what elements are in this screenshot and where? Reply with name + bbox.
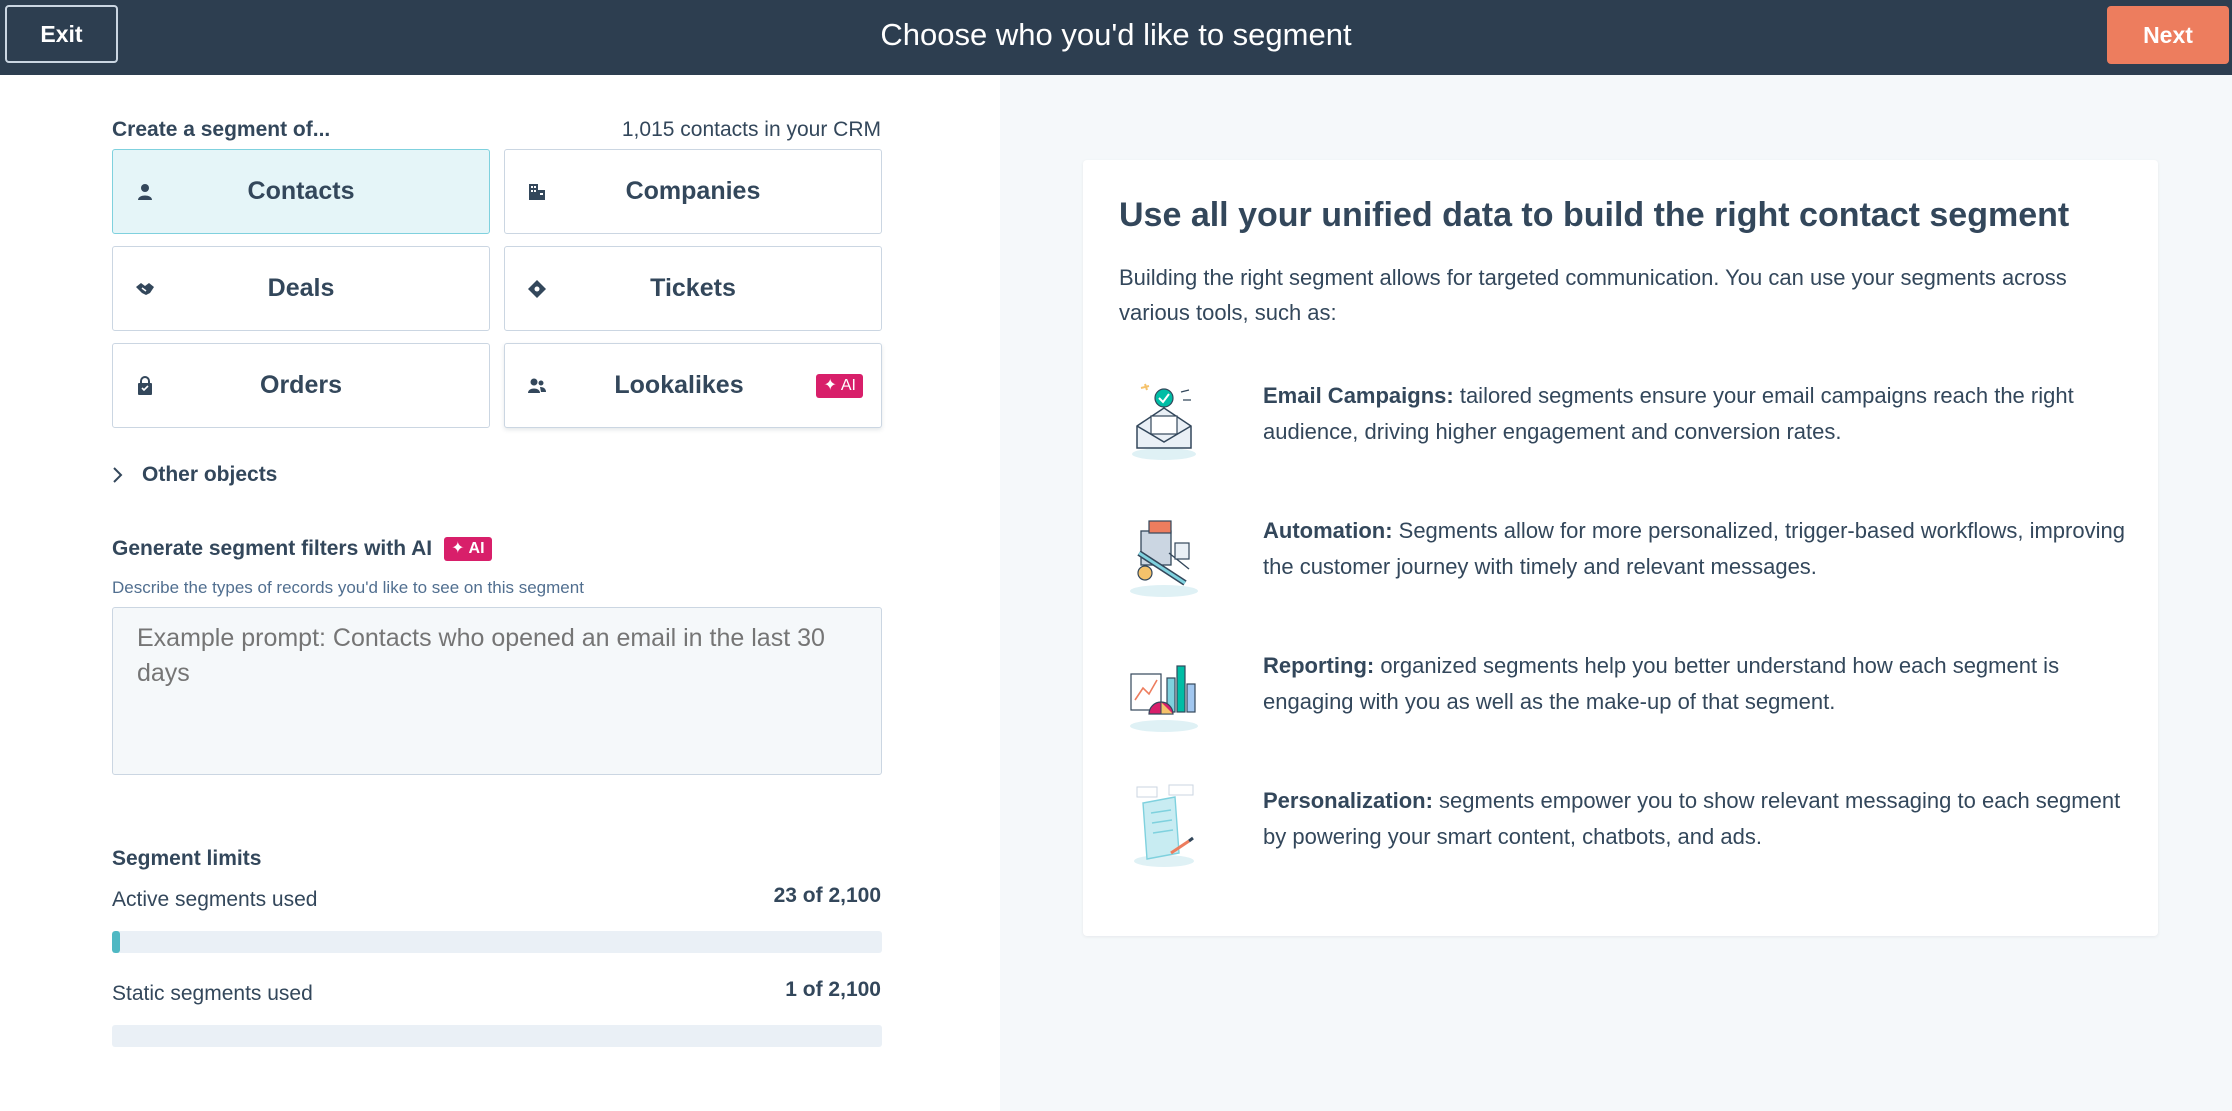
benefit-personalization: Personalization: segments empower you to…	[1119, 783, 2129, 883]
contact-icon	[138, 183, 152, 200]
object-tile-label: Companies	[625, 177, 761, 205]
static-segments-value: 1 of 2,100	[785, 978, 881, 1001]
sparkle-icon: ✦	[451, 540, 465, 557]
next-button[interactable]: Next	[2107, 6, 2229, 64]
object-tile-label: Lookalikes	[614, 371, 744, 399]
object-tile-lookalikes[interactable]: Lookalikes ✦ AI	[504, 343, 882, 428]
benefit-reporting: Reporting: organized segments help you b…	[1119, 648, 2129, 748]
object-tile-companies[interactable]: Companies	[504, 149, 882, 234]
static-segments-label: Static segments used	[112, 982, 313, 1005]
active-segments-progress	[112, 931, 882, 953]
benefit-email-campaigns: Email Campaigns: tailored segments ensur…	[1119, 378, 2129, 478]
building-icon	[529, 183, 545, 200]
benefit-text: Personalization: segments empower you to…	[1263, 788, 2121, 849]
static-segments-progress	[112, 1025, 882, 1047]
benefit-text: Reporting: organized segments help you b…	[1263, 653, 2060, 714]
top-bar: Exit Choose who you'd like to segment Ne…	[0, 0, 2232, 75]
ai-badge: ✦ AI	[444, 537, 492, 561]
personalization-illustration-icon	[1134, 784, 1194, 867]
info-card-title: Use all your unified data to build the r…	[1119, 196, 2070, 234]
active-segments-value: 23 of 2,100	[773, 884, 881, 907]
info-panel: Use all your unified data to build the r…	[1000, 75, 2232, 1111]
automation-illustration-icon	[1130, 520, 1198, 597]
ai-filters-heading: Generate segment filters with AI ✦ AI	[112, 537, 492, 561]
bag-icon	[138, 375, 152, 395]
benefit-text: Automation: Segments allow for more pers…	[1263, 518, 2125, 579]
object-tile-label: Deals	[267, 274, 335, 302]
object-tile-contacts[interactable]: Contacts	[112, 149, 490, 234]
segment-options-panel: Create a segment of... 1,015 contacts in…	[0, 75, 1000, 1111]
ai-badge: ✦ AI	[816, 373, 863, 398]
other-objects-label: Other objects	[142, 463, 278, 486]
crm-contact-count: 1,015 contacts in your CRM	[621, 118, 881, 141]
benefit-automation: Automation: Segments allow for more pers…	[1119, 513, 2129, 613]
object-tile-deals[interactable]: Deals	[112, 246, 490, 331]
handshake-icon	[136, 282, 154, 295]
reporting-illustration-icon	[1130, 665, 1198, 732]
other-objects-toggle[interactable]: Other objects	[110, 463, 277, 487]
active-segments-label: Active segments used	[112, 888, 318, 911]
object-tile-tickets[interactable]: Tickets	[504, 246, 882, 331]
object-tile-label: Contacts	[247, 177, 355, 205]
active-segments-progress-fill	[112, 931, 120, 953]
ai-filters-description: Describe the types of records you'd like…	[112, 578, 584, 597]
page-title: Choose who you'd like to segment	[880, 17, 1352, 52]
info-card: Use all your unified data to build the r…	[1083, 160, 2158, 936]
create-segment-label: Create a segment of...	[112, 118, 331, 141]
object-tile-label: Tickets	[650, 274, 736, 302]
object-tile-label: Orders	[260, 371, 342, 399]
chevron-right-icon	[113, 467, 123, 483]
lookalike-icon	[528, 378, 546, 393]
object-tile-orders[interactable]: Orders	[112, 343, 490, 428]
segment-limits-heading: Segment limits	[112, 847, 262, 870]
ai-prompt-input[interactable]	[112, 607, 882, 775]
benefit-text: Email Campaigns: tailored segments ensur…	[1263, 383, 2074, 444]
sparkle-icon: ✦	[823, 376, 837, 394]
ticket-icon	[528, 279, 546, 298]
email-illustration-icon	[1132, 383, 1196, 460]
info-card-intro: Building the right segment allows for ta…	[1119, 265, 2067, 325]
